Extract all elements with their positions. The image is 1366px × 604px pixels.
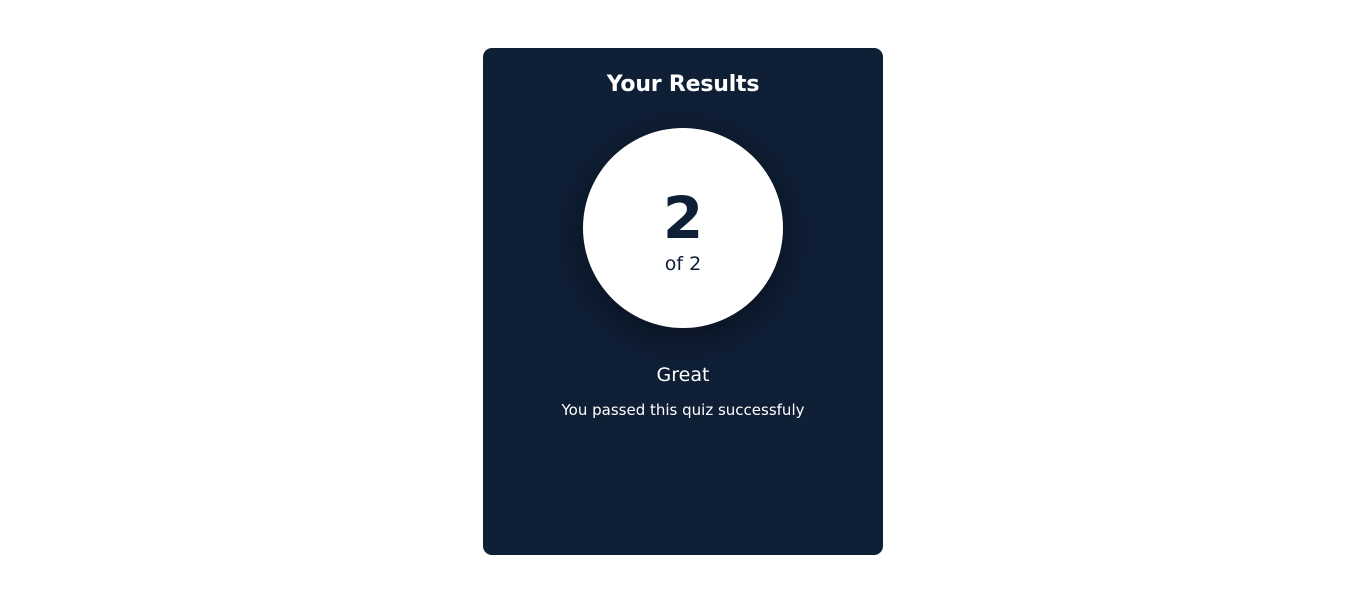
- score-total: of 2: [664, 253, 702, 275]
- result-heading: Great: [656, 364, 710, 386]
- score-circle: 2 of 2: [583, 128, 783, 328]
- results-title: Your Results: [606, 72, 760, 97]
- page: Your Results 2 of 2 Great You passed thi…: [0, 0, 1366, 604]
- score-value: 2: [662, 184, 704, 252]
- results-card: Your Results 2 of 2 Great You passed thi…: [483, 48, 883, 555]
- result-message: You passed this quiz successfuly: [561, 401, 805, 419]
